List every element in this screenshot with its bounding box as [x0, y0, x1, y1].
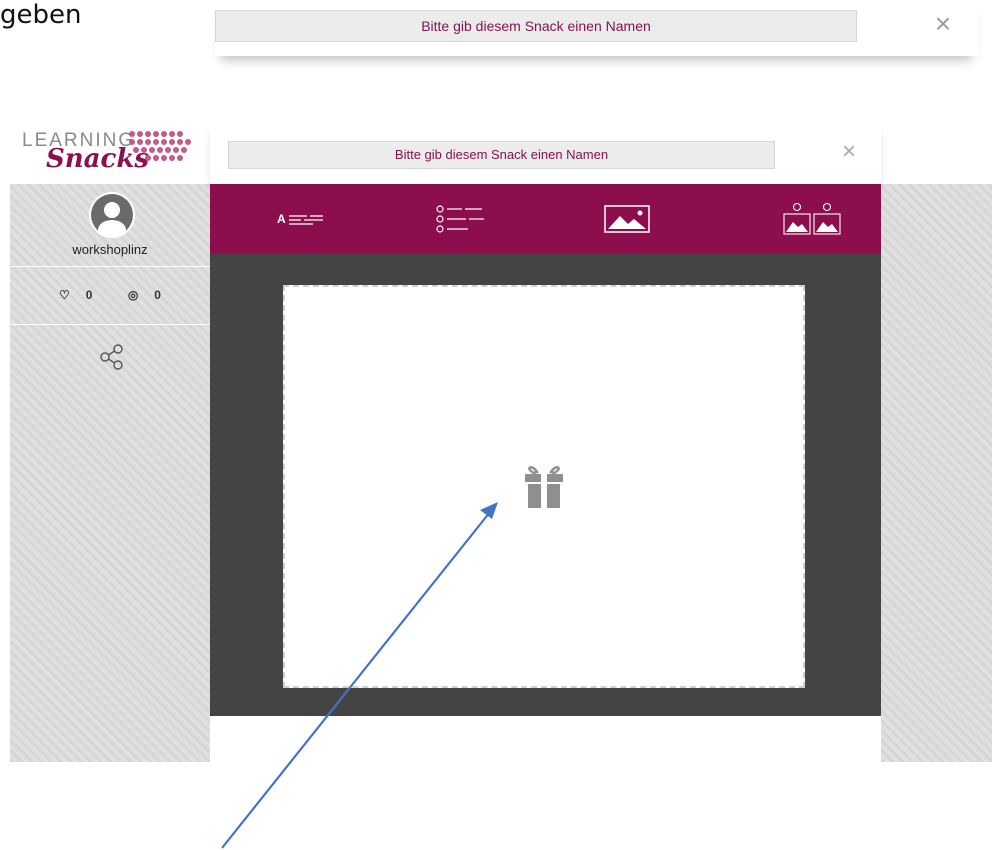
annotation-arrow — [221, 502, 498, 849]
